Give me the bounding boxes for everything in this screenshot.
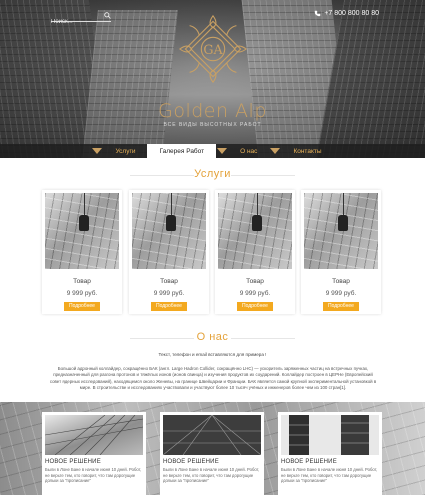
search-icon[interactable] [104,12,111,19]
news-text: Были в Лоне Бане в начале июня 10 дней. … [281,467,378,484]
product-name[interactable]: Товар [129,278,209,285]
news-text: Были в Лоне Бане в начале июня 10 дней. … [163,467,260,484]
search-box [51,10,111,28]
product-image[interactable] [132,193,206,269]
details-button[interactable]: Подробнее [237,302,273,311]
details-button[interactable]: Подробнее [323,302,359,311]
brand-tagline: ВСЕ ВИДЫ ВЫСОТНЫХ РАБОТ [163,122,262,128]
nav-item-contacts[interactable]: Контакты [281,144,333,158]
nav-arrow-icon [92,148,103,154]
golden-alp-logo[interactable]: GA [174,10,252,88]
nav-item-about[interactable]: О нас [228,144,269,158]
about-text: Большой адронный коллайдер, сокращённо Б… [49,366,377,391]
product-price: 9 999 руб. [239,290,271,297]
news-image[interactable] [281,415,379,455]
main-nav: Услуги Галерея Работ О нас Контакты [0,144,425,158]
phone-text: +7 800 800 80 80 [324,10,379,17]
news-title[interactable]: НОВОЕ РЕШЕНИЕ [163,459,219,465]
search-input[interactable] [51,16,99,28]
news-text: Были в Лоне Бане в начале июня 10 дней. … [45,467,142,484]
brand-name: Golden Alp [158,100,267,122]
news-card[interactable]: НОВОЕ РЕШЕНИЕ Были в Лоне Бане в начале … [42,412,146,495]
logo-letters: GA [203,42,223,57]
building-image [45,415,143,455]
product-image[interactable] [218,193,292,269]
nav-arrow-icon [217,148,228,154]
product-card[interactable]: Товар 9 999 руб. Подробнее [129,190,209,314]
nav-item-gallery[interactable]: Галерея Работ [147,144,217,158]
news-card[interactable]: НОВОЕ РЕШЕНИЕ Были в Лоне Бане в начале … [278,412,382,495]
product-name[interactable]: Товар [301,278,381,285]
product-price: 9 999 руб. [325,290,357,297]
details-button[interactable]: Подробнее [64,302,100,311]
building-image [163,415,261,455]
phone-number[interactable]: +7 800 800 80 80 [314,10,379,17]
product-card[interactable]: Товар 9 999 руб. Подробнее [42,190,122,314]
details-button[interactable]: Подробнее [151,302,187,311]
services-title: Услуги [194,168,231,180]
news-image[interactable] [163,415,261,455]
about-title: О нас [196,331,229,343]
product-name[interactable]: Товар [215,278,295,285]
phone-icon [314,10,321,17]
product-list: Товар 9 999 руб. Подробнее Товар 9 999 р… [42,190,382,318]
product-image[interactable] [45,193,119,269]
product-card[interactable]: Товар 9 999 руб. Подробнее [215,190,295,314]
product-name[interactable]: Товар [42,278,122,285]
building-image [281,415,379,455]
news-image[interactable] [45,415,143,455]
about-intro: Текст, телефон и email вставляются для п… [158,352,267,357]
product-image[interactable] [304,193,378,269]
hero-banner: +7 800 800 80 80 GA Golden Alp ВСЕ ВИДЫ … [0,0,425,158]
news-title[interactable]: НОВОЕ РЕШЕНИЕ [281,459,337,465]
product-price: 9 999 руб. [66,290,98,297]
news-card[interactable]: НОВОЕ РЕШЕНИЕ Были в Лоне Бане в начале … [160,412,264,495]
nav-item-services[interactable]: Услуги [103,144,147,158]
news-title[interactable]: НОВОЕ РЕШЕНИЕ [45,459,101,465]
product-price: 9 999 руб. [153,290,185,297]
product-card[interactable]: Товар 9 999 руб. Подробнее [301,190,381,314]
nav-arrow-icon [270,148,281,154]
